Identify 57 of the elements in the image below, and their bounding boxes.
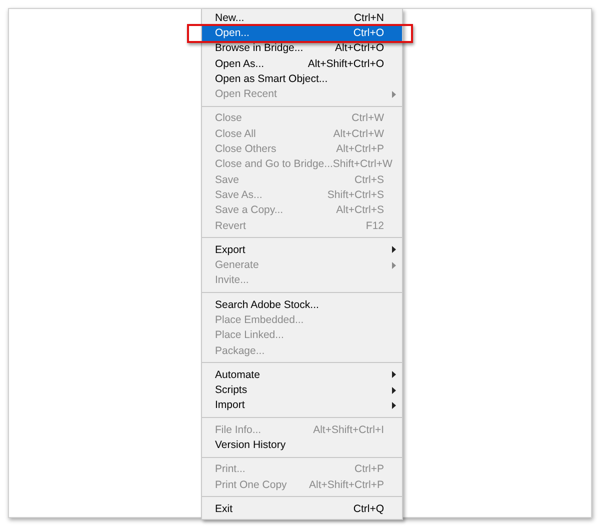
menu-item-label: Save As... <box>215 188 264 201</box>
menu-item-label: File Info... <box>215 424 262 436</box>
menu-item-label: Scripts <box>215 384 248 396</box>
shortcut-label: Alt+Ctrl+P <box>336 143 384 156</box>
menu-item-label: Revert <box>215 220 247 232</box>
menu-item[interactable]: Automate <box>202 367 402 383</box>
menu-item-label: Close All <box>215 128 257 140</box>
menu-item-label: Open Recent <box>215 88 278 100</box>
shortcut-label: Alt+Shift+Ctrl+O <box>308 58 384 70</box>
menu-item-label: Print One Copy <box>215 478 288 491</box>
menu-item-label: Import <box>215 399 246 412</box>
menu-item-label: New... <box>215 12 246 24</box>
shortcut-label: F12 <box>366 220 384 232</box>
menu-item[interactable]: Open as Smart Object... <box>202 71 402 86</box>
shortcut-label: Alt+Shift+Ctrl+P <box>309 478 384 491</box>
menu-item-label: Open as Smart Object... <box>215 72 329 85</box>
menu-item-label: Place Linked... <box>215 329 285 342</box>
menu-item[interactable]: New... Ctrl+N <box>202 10 402 26</box>
menu-item[interactable]: Version History <box>202 437 402 453</box>
menu-item[interactable]: Open As... Alt+Shift+Ctrl+O <box>202 56 402 72</box>
menu-item-label: Search Adobe Stock... <box>215 298 320 311</box>
menu-item[interactable]: Export <box>202 242 402 258</box>
shortcut-label: Alt+Ctrl+S <box>336 204 384 216</box>
shortcut-label: Ctrl+N <box>354 12 384 24</box>
menu-item[interactable]: Search Adobe Stock... <box>202 297 402 312</box>
shortcut-label: Alt+Ctrl+O <box>334 42 384 54</box>
menu-item-label: Close and Go to Bridge... <box>215 158 333 170</box>
menu-item-label: Place Embedded... <box>215 314 305 326</box>
menu-item-label: Automate <box>215 368 261 381</box>
shortcut-label: Shift+Ctrl+S <box>327 188 384 201</box>
menu-item-label: Browse in Bridge... <box>215 42 304 54</box>
menu-item-label: Close <box>215 112 243 124</box>
menu-item-label: Export <box>215 244 246 256</box>
menu-item[interactable]: Scripts <box>202 382 402 398</box>
menu-item[interactable]: Browse in Bridge... Alt+Ctrl+O <box>202 40 402 56</box>
menu-item-label: Open As... <box>215 58 266 70</box>
shortcut-label: Ctrl+W <box>352 112 384 124</box>
menu-item-label: Print... <box>215 463 246 476</box>
shortcut-label: Shift+Ctrl+W <box>332 158 392 170</box>
menu-item-label: Exit <box>215 502 234 515</box>
shortcut-label: Ctrl+S <box>354 174 384 186</box>
shortcut-label: Alt+Shift+Ctrl+I <box>313 424 384 436</box>
menu-item-label: Version History <box>215 439 287 452</box>
menu-item-label: Invite... <box>215 274 250 286</box>
shortcut-label: Ctrl+Q <box>353 502 384 515</box>
menu-item-label: Save <box>215 174 240 186</box>
menu-item-label: Close Others <box>215 143 278 156</box>
menu-item-label: Open... <box>215 26 250 39</box>
menu-item-label: Generate <box>215 259 260 272</box>
menu-item[interactable]: Open... Ctrl+O <box>202 25 402 41</box>
shortcut-label: Alt+Ctrl+W <box>333 128 384 140</box>
menu-item[interactable]: Exit Ctrl+Q <box>202 501 402 517</box>
menu-item-label: Package... <box>215 344 266 357</box>
shortcut-label: Ctrl+P <box>354 463 384 476</box>
shortcut-label: Ctrl+O <box>353 26 384 39</box>
menu-item[interactable]: Import <box>202 398 402 414</box>
menu-item-label: Save a Copy... <box>215 204 284 216</box>
